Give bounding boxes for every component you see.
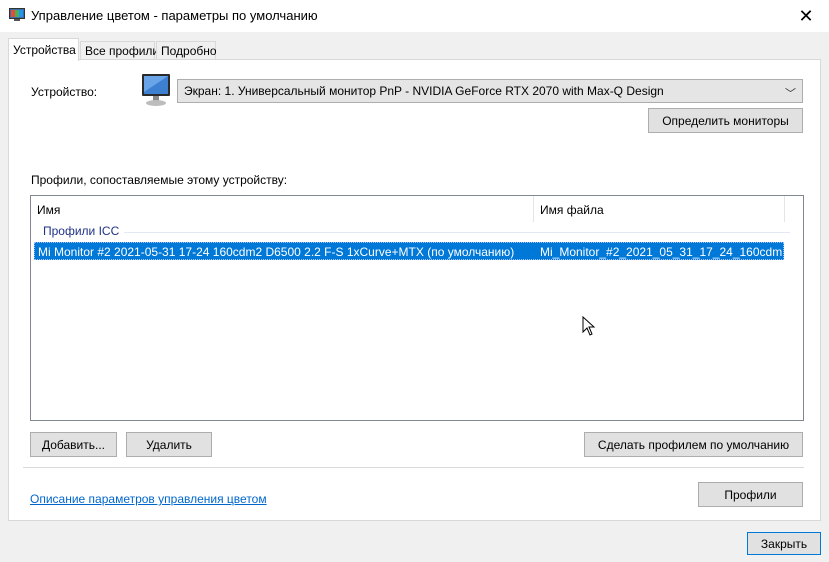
profiles-label-button: Профили: [724, 487, 777, 502]
column-header-filename[interactable]: Имя файла: [534, 196, 785, 222]
column-header-name[interactable]: Имя: [31, 196, 534, 222]
close-button[interactable]: Закрыть: [747, 532, 821, 555]
table-row[interactable]: Mi Monitor #2 2021-05-31 17-24 160cdm2 D…: [34, 242, 784, 260]
device-label: Устройство:: [31, 85, 98, 99]
profiles-list[interactable]: Имя Имя файла Профили ICC Mi Monitor #2 …: [30, 195, 804, 421]
group-header-icc: Профили ICC: [43, 224, 120, 238]
identify-monitors-button[interactable]: Определить мониторы: [648, 108, 803, 133]
tab-devices[interactable]: Устройства: [8, 38, 79, 61]
tab-advanced[interactable]: Подробно: [156, 41, 217, 60]
tab-all-profiles[interactable]: Все профили: [80, 41, 159, 60]
mouse-cursor-icon: [582, 316, 596, 336]
add-profile-label: Добавить...: [41, 437, 106, 452]
color-management-icon: [9, 8, 25, 21]
set-default-label: Сделать профилем по умолчанию: [597, 437, 790, 452]
divider: [23, 467, 804, 468]
group-divider: [124, 232, 790, 233]
chevron-down-icon: ﹀: [785, 88, 796, 100]
remove-profile-label: Удалить: [146, 437, 192, 452]
add-profile-button[interactable]: Добавить...: [30, 432, 117, 457]
monitor-icon: [142, 74, 170, 106]
window-close-button[interactable]: ✕: [783, 0, 829, 32]
identify-monitors-label: Определить мониторы: [662, 113, 789, 128]
set-default-profile-button[interactable]: Сделать профилем по умолчанию: [584, 432, 803, 457]
devices-panel: Устройство: Экран: 1. Универсальный мони…: [8, 59, 821, 521]
device-select[interactable]: Экран: 1. Универсальный монитор PnP - NV…: [177, 79, 803, 103]
color-settings-help-link[interactable]: Описание параметров управления цветом: [30, 492, 267, 506]
profiles-button[interactable]: Профили: [698, 482, 803, 507]
device-select-value: Экран: 1. Универсальный монитор PnP - NV…: [184, 84, 664, 98]
title-bar: Управление цветом - параметры по умолчан…: [0, 0, 829, 32]
profile-name-cell: Mi Monitor #2 2021-05-31 17-24 160cdm2 D…: [38, 245, 515, 259]
window-title: Управление цветом - параметры по умолчан…: [31, 8, 318, 23]
close-label: Закрыть: [760, 536, 808, 551]
profiles-label: Профили, сопоставляемые этому устройству…: [31, 173, 288, 187]
remove-profile-button[interactable]: Удалить: [126, 432, 212, 457]
profile-file-cell: Mi_Monitor_#2_2021_05_31_17_24_160cdm2..…: [540, 245, 782, 259]
